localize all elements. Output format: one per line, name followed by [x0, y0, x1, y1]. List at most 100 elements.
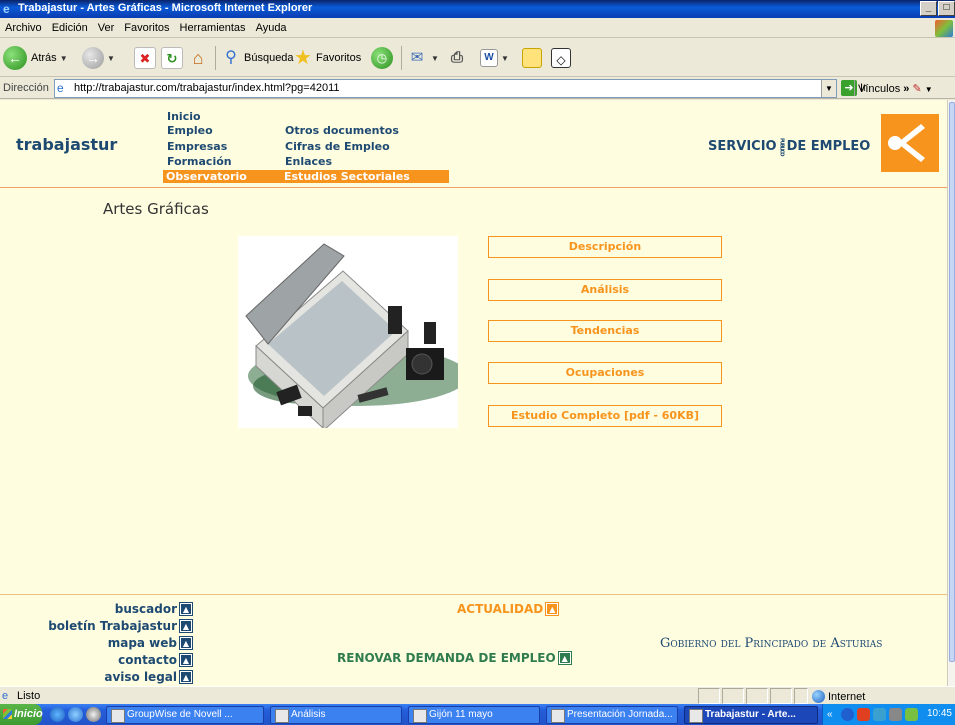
nav-empresas[interactable]: Empresas — [167, 140, 227, 153]
tray-expand-icon[interactable]: « — [827, 708, 840, 721]
forward-button[interactable]: → ▼ — [82, 44, 119, 72]
menu-ayuda[interactable]: Ayuda — [251, 19, 292, 34]
up-arrow-icon: ▲ — [179, 670, 193, 684]
tray-network-icon[interactable] — [873, 708, 886, 721]
footer-link-contacto[interactable]: contacto ▲ — [118, 653, 193, 667]
nav-formacion[interactable]: Formación — [167, 155, 232, 168]
nav-enlaces[interactable]: Enlaces — [285, 155, 332, 168]
task-gijon[interactable]: Gijón 11 mayo — [408, 706, 540, 724]
messenger-button[interactable]: ◇ — [551, 44, 571, 72]
site-brand[interactable]: trabajastur — [16, 135, 117, 154]
task-label: GroupWise de Novell ... — [127, 709, 233, 720]
footer-link-label: buscador — [114, 602, 177, 616]
tray-app-icon[interactable] — [889, 708, 902, 721]
up-arrow-icon: ▲ — [179, 636, 193, 650]
sepe-left: SERVICIO — [708, 139, 777, 155]
tray-app-icon[interactable] — [905, 708, 918, 721]
task-analisis[interactable]: Análisis — [270, 706, 402, 724]
page-viewport: trabajastur Inicio Empleo Empresas Forma… — [0, 100, 947, 686]
nav-empleo[interactable]: Empleo — [167, 124, 213, 137]
menu-archivo[interactable]: Archivo — [0, 19, 47, 34]
links-button[interactable]: Vínculos » ✎ ▼ — [858, 82, 955, 95]
footer-link-boletin[interactable]: boletín Trabajastur ▲ — [48, 619, 193, 633]
nav-cifras-de-empleo[interactable]: Cifras de Empleo — [285, 140, 390, 153]
menu-herramientas[interactable]: Herramientas — [175, 19, 251, 34]
footer-link-buscador[interactable]: buscador ▲ — [114, 602, 193, 616]
task-label: Presentación Jornada... — [567, 709, 673, 720]
address-label: Dirección — [3, 82, 49, 94]
home-button[interactable]: ⌂ — [187, 44, 209, 72]
scrollbar-thumb[interactable] — [949, 102, 955, 662]
title-bar[interactable]: e Trabajastur - Artes Gráficas - Microso… — [0, 0, 955, 18]
actualidad-link[interactable]: ACTUALIDAD ▲ — [457, 602, 560, 616]
favorites-label: Favoritos — [316, 52, 362, 64]
menu-bar: Archivo Edición Ver Favoritos Herramientas Ay… — [0, 19, 955, 38]
task-label: Gijón 11 mayo — [429, 709, 493, 720]
search-icon: ⚲ — [225, 49, 237, 66]
tray-app-icon[interactable] — [841, 708, 854, 721]
notes-button[interactable] — [522, 44, 542, 72]
chevron-down-icon: ▼ — [431, 53, 439, 63]
menu-ver[interactable]: Ver — [93, 19, 120, 34]
footer-link-label: contacto — [118, 653, 177, 667]
minimize-button[interactable]: _ — [920, 1, 937, 16]
media-quicklaunch-icon[interactable] — [86, 707, 101, 722]
start-button[interactable]: Inicio — [0, 704, 43, 725]
word-button[interactable]: W ▼ — [480, 44, 513, 72]
status-bar: e Listo Internet — [0, 686, 955, 704]
renovar-demanda-link[interactable]: RENOVAR DEMANDA DE EMPLEO ▲ — [337, 651, 572, 665]
up-arrow-icon: ▲ — [557, 651, 572, 665]
taskbar: Inicio GroupWise de Novell ... Análisis … — [0, 704, 955, 725]
menu-edicion[interactable]: Edición — [47, 19, 93, 34]
vertical-scrollbar[interactable] — [947, 100, 955, 686]
site-header: trabajastur Inicio Empleo Empresas Forma… — [0, 100, 947, 188]
printing-equipment-image — [238, 236, 468, 433]
toolbar-separator — [212, 44, 219, 72]
footer-link-mapa-web[interactable]: mapa web ▲ — [108, 636, 193, 650]
task-groupwise[interactable]: GroupWise de Novell ... — [106, 706, 264, 724]
globe-icon — [812, 690, 825, 703]
nav-inicio[interactable]: Inicio — [167, 110, 201, 123]
security-zone: Internet — [812, 690, 865, 703]
renovar-label: RENOVAR DEMANDA DE EMPLEO — [337, 651, 556, 665]
gobierno-asturias-logo[interactable]: Gobierno del Principado de Asturias — [660, 636, 882, 651]
status-cell — [698, 688, 720, 704]
analisis-button[interactable]: Análisis — [488, 279, 722, 301]
desktop-quicklaunch-icon[interactable] — [68, 707, 83, 722]
tendencias-button[interactable]: Tendencias — [488, 320, 722, 342]
ocupaciones-button[interactable]: Ocupaciones — [488, 362, 722, 384]
actualidad-label: ACTUALIDAD — [457, 602, 544, 616]
status-cell — [722, 688, 744, 704]
chevron-down-icon[interactable]: ▼ — [821, 80, 836, 97]
estudio-completo-pdf-button[interactable]: Estudio Completo [pdf - 60KB] — [488, 405, 722, 427]
tray-app-icon[interactable] — [857, 708, 870, 721]
back-button[interactable]: ← Atrás ▼ — [3, 44, 72, 72]
favorites-button[interactable]: ★ Favoritos — [292, 44, 361, 72]
stop-button[interactable]: ✖ — [134, 44, 156, 72]
maximize-button[interactable]: □ — [938, 1, 955, 16]
page-heading: Artes Gráficas — [103, 200, 209, 218]
task-presentacion[interactable]: Presentación Jornada... — [546, 706, 678, 724]
address-input[interactable]: e http://trabajastur.com/trabajastur/ind… — [54, 79, 837, 98]
stop-icon: ✖ — [134, 47, 156, 69]
toolbar: ← Atrás ▼ → ▼ ✖ ↻ ⌂ ⚲ Búsqueda ★ Favorit… — [0, 39, 955, 77]
menu-favoritos[interactable]: Favoritos — [119, 19, 174, 34]
notes-icon — [522, 48, 542, 68]
footer-link-aviso-legal[interactable]: aviso legal ▲ — [104, 670, 193, 684]
descripcion-button[interactable]: Descripción — [488, 236, 722, 258]
nav-estudios-sectoriales[interactable]: Estudios Sectoriales — [281, 170, 449, 183]
nav-otros-documentos[interactable]: Otros documentos — [285, 124, 399, 137]
zone-label: Internet — [828, 690, 866, 703]
search-button[interactable]: ⚲ Búsqueda — [220, 44, 293, 72]
acrobat-icon[interactable]: ✎ — [912, 83, 921, 95]
task-trabajastur[interactable]: Trabajastur - Arte... — [684, 706, 818, 724]
refresh-button[interactable]: ↻ — [161, 44, 183, 72]
taskbar-clock: 10:45 — [926, 708, 952, 719]
print-button[interactable]: ⎙ — [446, 44, 468, 72]
mail-button[interactable]: ✉ ▼ — [406, 44, 443, 72]
ie-quicklaunch-icon[interactable] — [50, 707, 65, 722]
window-title: Trabajastur - Artes Gráficas - Microsoft… — [18, 2, 313, 14]
history-button[interactable]: ◷ — [371, 44, 393, 72]
chevron-down-icon: ▼ — [59, 53, 68, 63]
system-tray: « 10:45 — [822, 704, 955, 725]
